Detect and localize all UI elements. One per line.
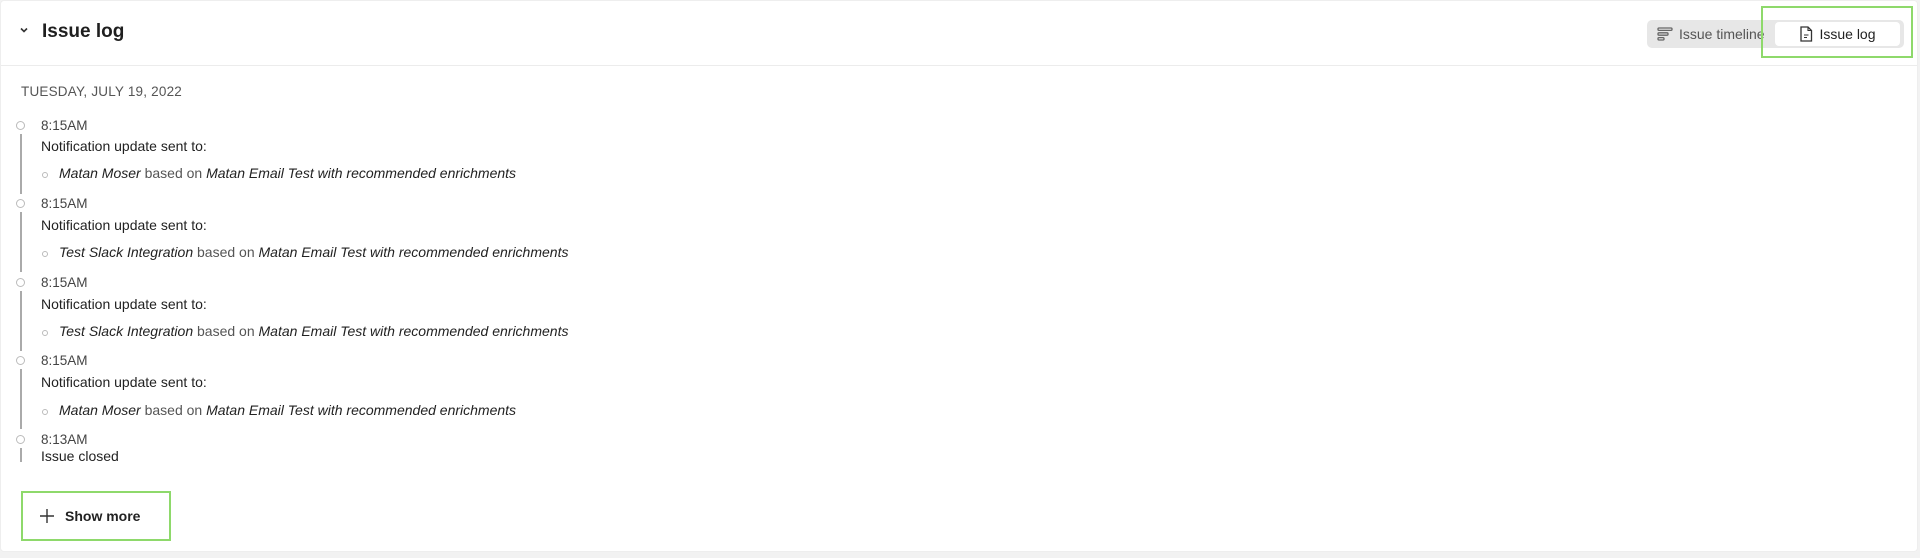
entry-message: Issue closed xyxy=(41,448,119,464)
tab-issue-log[interactable]: Issue log xyxy=(1775,22,1900,46)
entry-message: Notification update sent to: xyxy=(41,217,207,233)
rule-name: Matan Email Test with recommended enrich… xyxy=(258,323,569,339)
connector-text: based on xyxy=(197,244,255,260)
bullet-icon xyxy=(42,330,48,336)
rule-name: Matan Email Test with recommended enrich… xyxy=(206,402,517,418)
timeline-dot-icon xyxy=(16,435,25,444)
rule-name: Matan Email Test with recommended enrich… xyxy=(206,165,517,181)
bullet-icon xyxy=(42,409,48,415)
bullet-icon xyxy=(42,172,48,178)
log-date: TUESDAY, JULY 19, 2022 xyxy=(21,84,182,99)
timeline-dot-icon xyxy=(16,199,25,208)
recipient: Matan Moser xyxy=(59,402,141,418)
timeline-icon xyxy=(1657,27,1673,41)
timeline-dot-icon xyxy=(16,278,25,287)
show-more-label: Show more xyxy=(65,508,141,524)
entry-time: 8:15AM xyxy=(41,118,88,133)
entry-detail: Test Slack Integration based on Matan Em… xyxy=(59,244,568,260)
entry-detail: Matan Moser based on Matan Email Test wi… xyxy=(59,402,516,418)
tab-issue-timeline-label: Issue timeline xyxy=(1679,26,1765,42)
entry-message: Notification update sent to: xyxy=(41,138,207,154)
entry-message: Notification update sent to: xyxy=(41,296,207,312)
entry-time: 8:13AM xyxy=(41,432,88,447)
entry-detail: Matan Moser based on Matan Email Test wi… xyxy=(59,165,516,181)
panel-title: Issue log xyxy=(42,21,125,42)
connector-text: based on xyxy=(144,165,203,181)
recipient: Test Slack Integration xyxy=(59,244,194,260)
issue-log-panel: Issue log Issue timeline Issue log TUESD… xyxy=(0,0,1918,552)
chevron-down-icon[interactable] xyxy=(17,23,31,37)
recipient: Test Slack Integration xyxy=(59,323,194,339)
entry-message: Notification update sent to: xyxy=(41,374,207,390)
panel-header: Issue log Issue timeline Issue log xyxy=(1,1,1917,66)
timeline-line xyxy=(20,134,22,194)
recipient: Matan Moser xyxy=(59,165,141,181)
timeline-line xyxy=(20,369,22,429)
connector-text: based on xyxy=(197,323,255,339)
view-toggle: Issue timeline Issue log xyxy=(1647,20,1904,48)
bullet-icon xyxy=(42,251,48,257)
timeline-dot-icon xyxy=(16,121,25,130)
tab-issue-timeline[interactable]: Issue timeline xyxy=(1657,22,1765,46)
timeline-line xyxy=(20,291,22,351)
entry-time: 8:15AM xyxy=(41,196,88,211)
entry-time: 8:15AM xyxy=(41,275,88,290)
entry-detail: Test Slack Integration based on Matan Em… xyxy=(59,323,568,339)
timeline-line xyxy=(20,212,22,272)
timeline-dot-icon xyxy=(16,356,25,365)
connector-text: based on xyxy=(144,402,203,418)
rule-name: Matan Email Test with recommended enrich… xyxy=(258,244,569,260)
plus-icon xyxy=(40,509,54,523)
document-icon xyxy=(1800,26,1813,42)
tab-issue-log-label: Issue log xyxy=(1819,26,1876,42)
show-more-button[interactable]: Show more xyxy=(21,491,171,541)
timeline-line xyxy=(20,448,22,462)
entry-time: 8:15AM xyxy=(41,353,88,368)
